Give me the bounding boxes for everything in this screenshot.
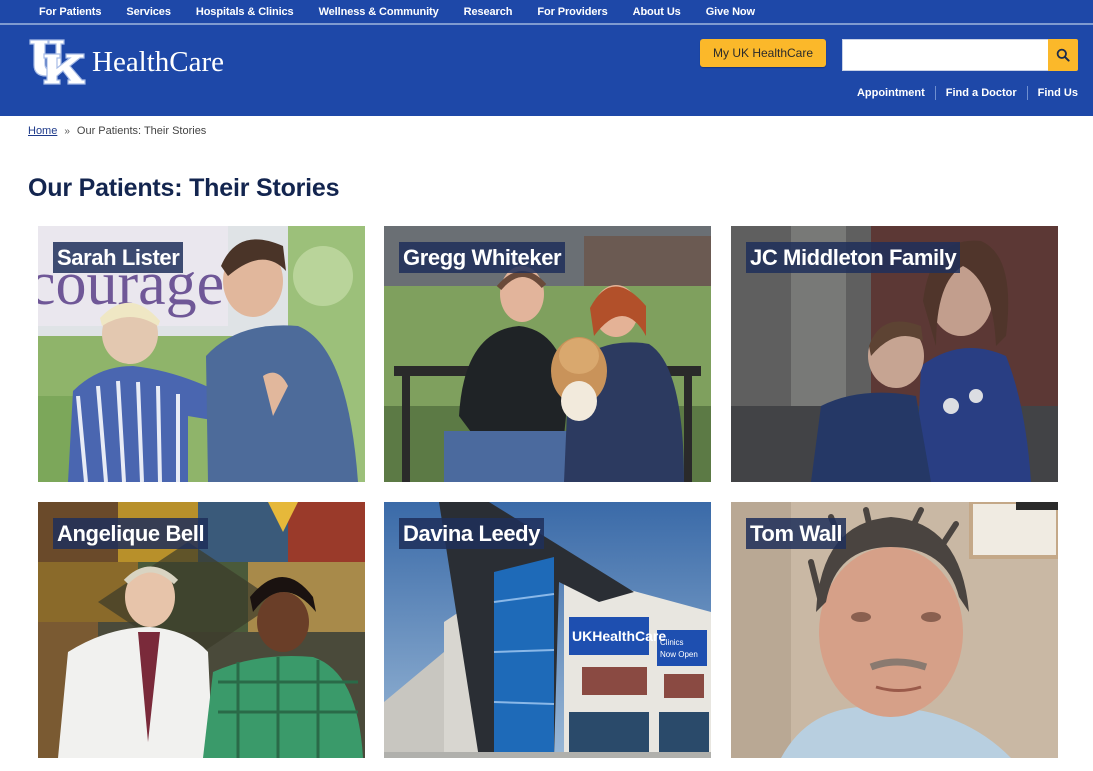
svg-text:Now Open: Now Open	[660, 650, 698, 659]
story-card-davina-leedy[interactable]: UKHealthCare Clinics Now Open Davina Lee…	[384, 502, 711, 758]
topnav-for-providers[interactable]: For Providers	[537, 6, 607, 18]
story-name-label: JC Middleton Family	[746, 242, 961, 273]
uk-logo-icon	[29, 39, 86, 85]
breadcrumb-current: Our Patients: Their Stories	[76, 125, 207, 137]
topnav-give-now[interactable]: Give Now	[706, 6, 755, 18]
story-name-label: Angelique Bell	[53, 518, 209, 549]
search-form	[842, 39, 1078, 71]
topnav-for-patients[interactable]: For Patients	[39, 6, 101, 18]
search-input[interactable]	[842, 39, 1048, 71]
story-name-label: Tom Wall	[746, 518, 847, 549]
story-card-sarah-lister[interactable]: courage! Sarah Lister	[38, 226, 365, 482]
story-card-gregg-whiteker[interactable]: Gregg Whiteker	[384, 226, 711, 482]
page-title: Our Patients: Their Stories	[28, 174, 340, 202]
breadcrumb: Home » Our Patients: Their Stories	[28, 125, 206, 137]
breadcrumb-home-link[interactable]: Home	[28, 125, 57, 137]
appointment-link[interactable]: Appointment	[857, 87, 925, 99]
story-card-jc-middleton-family[interactable]: JC Middleton Family	[731, 226, 1058, 482]
topnav-wellness-community[interactable]: Wellness & Community	[319, 6, 439, 18]
svg-text:Clinics: Clinics	[660, 638, 684, 647]
find-a-doctor-link[interactable]: Find a Doctor	[946, 87, 1017, 99]
breadcrumb-separator: »	[64, 125, 70, 137]
my-uk-healthcare-button[interactable]: My UK HealthCare	[700, 39, 826, 67]
story-name-label: Gregg Whiteker	[399, 242, 566, 273]
story-card-angelique-bell[interactable]: Angelique Bell	[38, 502, 365, 758]
search-button[interactable]	[1048, 39, 1078, 71]
topnav-about-us[interactable]: About Us	[633, 6, 681, 18]
story-name-label: Sarah Lister	[53, 242, 184, 273]
topnav-hospitals-clinics[interactable]: Hospitals & Clinics	[196, 6, 294, 18]
topnav-research[interactable]: Research	[464, 6, 513, 18]
quick-links: Appointment Find a Doctor Find Us	[857, 86, 1078, 100]
top-nav: For Patients Services Hospitals & Clinic…	[0, 0, 1093, 25]
site-logo[interactable]: HealthCare	[28, 38, 224, 86]
story-name-label: Davina Leedy	[399, 518, 545, 549]
logo-text: HealthCare	[92, 45, 225, 78]
find-us-link[interactable]: Find Us	[1038, 87, 1078, 99]
site-header: HealthCare My UK HealthCare Appointment …	[0, 25, 1093, 116]
topnav-services[interactable]: Services	[126, 6, 171, 18]
building-sign-text: UKHealthCare	[572, 628, 666, 644]
story-card-tom-wall[interactable]: Tom Wall	[731, 502, 1058, 758]
divider	[1026, 86, 1028, 100]
divider	[934, 86, 936, 100]
search-icon	[1056, 48, 1070, 62]
